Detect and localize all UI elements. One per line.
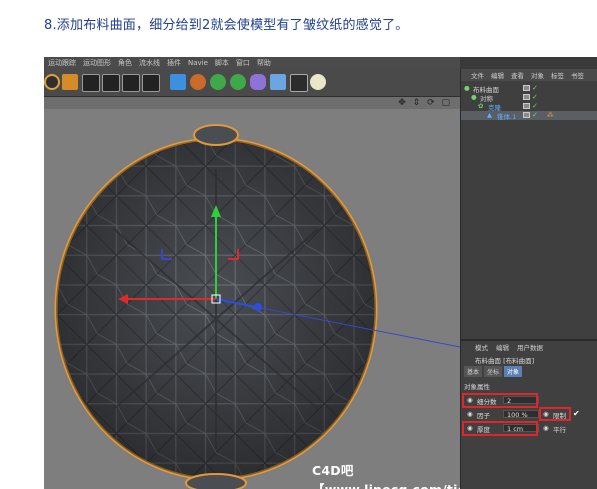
object-row[interactable]: ● 布料曲面 ✓ [461, 84, 597, 94]
attributes-title: 布料曲面 [布料曲面] [475, 357, 535, 365]
menu-item[interactable]: 角色 [118, 58, 132, 68]
gear-green-icon[interactable] [230, 74, 246, 90]
tag-icon[interactable]: ⁂ [547, 111, 554, 119]
capsule-icon[interactable] [250, 74, 266, 90]
attributes-menu: 模式 编辑 用户数据 [461, 341, 597, 353]
section-title: 对象属性 [464, 383, 490, 391]
visibility-dots[interactable] [523, 94, 530, 100]
camera-icon[interactable] [290, 74, 308, 92]
model-icon[interactable] [62, 74, 78, 90]
visibility-dots[interactable] [523, 85, 530, 91]
field-label: 因子 [477, 412, 490, 420]
om-menu-item[interactable]: 查看 [511, 70, 524, 80]
pen-icon[interactable] [190, 74, 206, 90]
highlight-limit [539, 407, 571, 421]
enabled-check-icon[interactable]: ✓ [532, 111, 538, 119]
factor-input[interactable]: 100 % [503, 410, 539, 419]
om-menu-item[interactable]: 标签 [551, 70, 564, 80]
highlight-subdivisions [462, 393, 538, 408]
tab-coordinates[interactable]: 坐标 [484, 366, 503, 377]
visibility-dots[interactable] [523, 112, 530, 118]
object-row[interactable]: ▲ 锥体.1 ✓ ⁂ [461, 111, 597, 121]
grid-icon[interactable] [270, 74, 286, 90]
cinema4d-screenshot: 运动跟踪 运动图形 角色 流水线 插件 Navie 脚本 窗口 帮助 ✥ ⇕ ⟳… [44, 57, 597, 489]
menu-bar: 运动跟踪 运动图形 角色 流水线 插件 Navie 脚本 窗口 帮助 [44, 57, 460, 69]
radio-icon[interactable]: ◉ [543, 424, 549, 432]
viewport-header: ✥ ⇕ ⟳ ▢ [44, 97, 460, 109]
attributes-manager: 模式 编辑 用户数据 布料曲面 [布料曲面] 基本 坐标 对象 对象属性 ◉ 细… [461, 339, 597, 489]
radio-icon[interactable]: ◉ [467, 410, 473, 418]
object-row[interactable]: ● 对称 ✓ [461, 93, 597, 103]
cloth-surface-icon: ● [464, 84, 470, 92]
viewport-nav-icons[interactable]: ✥ ⇕ ⟳ ▢ [398, 98, 452, 108]
toolbar [44, 69, 460, 97]
menu-item[interactable]: 窗口 [236, 58, 250, 68]
enabled-check-icon[interactable]: ✓ [532, 102, 538, 110]
3d-viewport[interactable]: ✥ ⇕ ⟳ ▢ C4D吧 [44, 97, 537, 489]
object-name: 锥体.1 [497, 113, 517, 121]
om-menu-item[interactable]: 文件 [471, 70, 484, 80]
tab-object[interactable]: 对象 [504, 366, 523, 377]
clapper-icon[interactable] [102, 74, 120, 92]
model-render [54, 124, 460, 489]
menu-item[interactable]: 运动图形 [83, 58, 111, 68]
om-menu-item[interactable]: 编辑 [491, 70, 504, 80]
attr-menu-item[interactable]: 编辑 [496, 342, 509, 352]
parallel-field: ◉ 平行 [543, 424, 587, 434]
attribute-tabs: 基本 坐标 对象 [461, 366, 597, 377]
factor-field: ◉ 因子 100 % [467, 410, 539, 420]
menu-item[interactable]: Navie [188, 59, 208, 67]
object-row[interactable]: ✿ 克隆 ✓ [461, 102, 597, 112]
right-panel: 文件 编辑 查看 对象 标签 书签 ● 布料曲面 ✓ ● 对称 ✓ ✿ 克隆 ✓… [460, 69, 597, 489]
object-list: ● 布料曲面 ✓ ● 对称 ✓ ✿ 克隆 ✓ ▲ 锥体.1 ✓ ⁂ [461, 81, 597, 121]
cloner-icon: ✿ [478, 102, 484, 110]
object-mode-icon[interactable] [44, 74, 60, 90]
symmetry-icon: ● [471, 93, 477, 101]
article-caption: 8.添加布料曲面，细分给到2就会使模型有了皱纹纸的感觉了。 [44, 18, 409, 33]
menu-item[interactable]: 运动跟踪 [48, 58, 76, 68]
menu-item[interactable]: 脚本 [215, 58, 229, 68]
menu-item[interactable]: 插件 [167, 58, 181, 68]
limit-checkbox[interactable]: ✔ [573, 409, 580, 418]
menu-item[interactable]: 流水线 [139, 58, 160, 68]
field-label: 平行 [553, 426, 566, 434]
visibility-dots[interactable] [523, 103, 530, 109]
clapper-icon[interactable] [122, 74, 140, 92]
object-manager-menu: 文件 编辑 查看 对象 标签 书签 [461, 69, 597, 81]
bulb-icon[interactable] [310, 74, 326, 90]
enabled-check-icon[interactable]: ✓ [532, 84, 538, 92]
paper-ball[interactable] [54, 124, 378, 489]
enabled-check-icon[interactable]: ✓ [532, 93, 538, 101]
cube-icon[interactable] [170, 74, 186, 90]
clapper-icon[interactable] [142, 74, 160, 92]
om-menu-item[interactable]: 对象 [531, 70, 544, 80]
tab-basic[interactable]: 基本 [464, 366, 483, 377]
menu-item[interactable]: 帮助 [257, 58, 271, 68]
attr-menu-item[interactable]: 模式 [475, 342, 488, 352]
om-menu-item[interactable]: 书签 [571, 70, 584, 80]
highlight-thickness [462, 421, 538, 436]
attr-menu-item[interactable]: 用户数据 [517, 342, 543, 352]
gear-green-icon[interactable] [210, 74, 226, 90]
cone-icon: ▲ [487, 111, 492, 119]
clapper-icon[interactable] [82, 74, 100, 92]
